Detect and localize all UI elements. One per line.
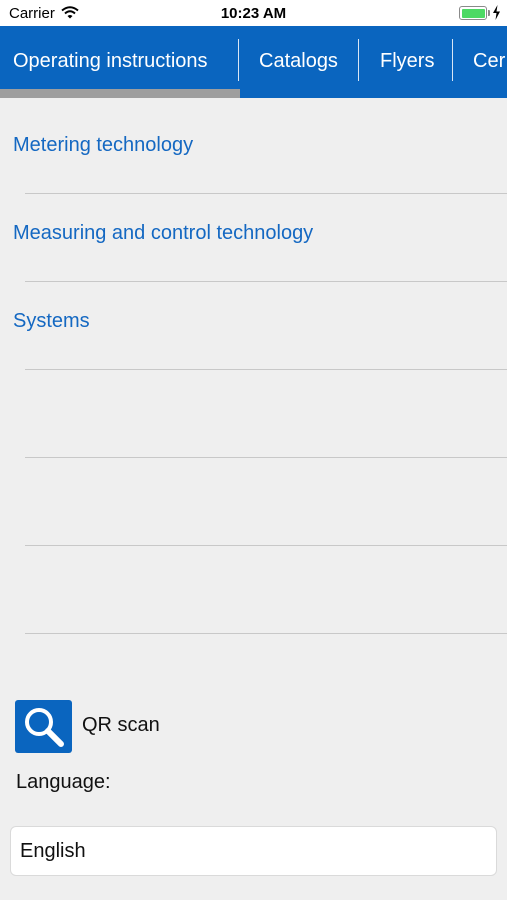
search-icon [25, 708, 64, 747]
battery-cap [488, 10, 490, 16]
tab-operating-instructions[interactable]: Operating instructions [13, 26, 208, 98]
battery-icon [459, 6, 487, 20]
selected-tab-indicator [0, 89, 240, 98]
list-divider [25, 369, 507, 370]
category-metering-technology[interactable]: Metering technology [13, 134, 193, 157]
charging-bolt-icon [492, 5, 501, 25]
tab-certificates[interactable]: Cer [473, 26, 505, 98]
tab-bar: Operating instructions Catalogs Flyers C… [0, 26, 507, 98]
tab-separator [238, 39, 239, 81]
status-time: 10:23 AM [220, 5, 287, 22]
list-divider [25, 193, 507, 194]
status-bar: Carrier 10:23 AM [0, 0, 507, 26]
tab-flyers[interactable]: Flyers [380, 26, 434, 98]
list-divider [25, 281, 507, 282]
tab-separator [358, 39, 359, 81]
category-measuring-control-technology[interactable]: Measuring and control technology [13, 222, 313, 245]
language-select[interactable]: English [10, 826, 497, 876]
language-label: Language: [16, 771, 111, 793]
category-systems[interactable]: Systems [13, 310, 90, 333]
tab-separator [452, 39, 453, 81]
qr-scan-button[interactable] [15, 700, 72, 753]
qr-scan-label[interactable]: QR scan [82, 714, 160, 737]
list-divider [25, 545, 507, 546]
list-divider [25, 633, 507, 634]
list-divider [25, 457, 507, 458]
tab-catalogs[interactable]: Catalogs [259, 26, 338, 98]
